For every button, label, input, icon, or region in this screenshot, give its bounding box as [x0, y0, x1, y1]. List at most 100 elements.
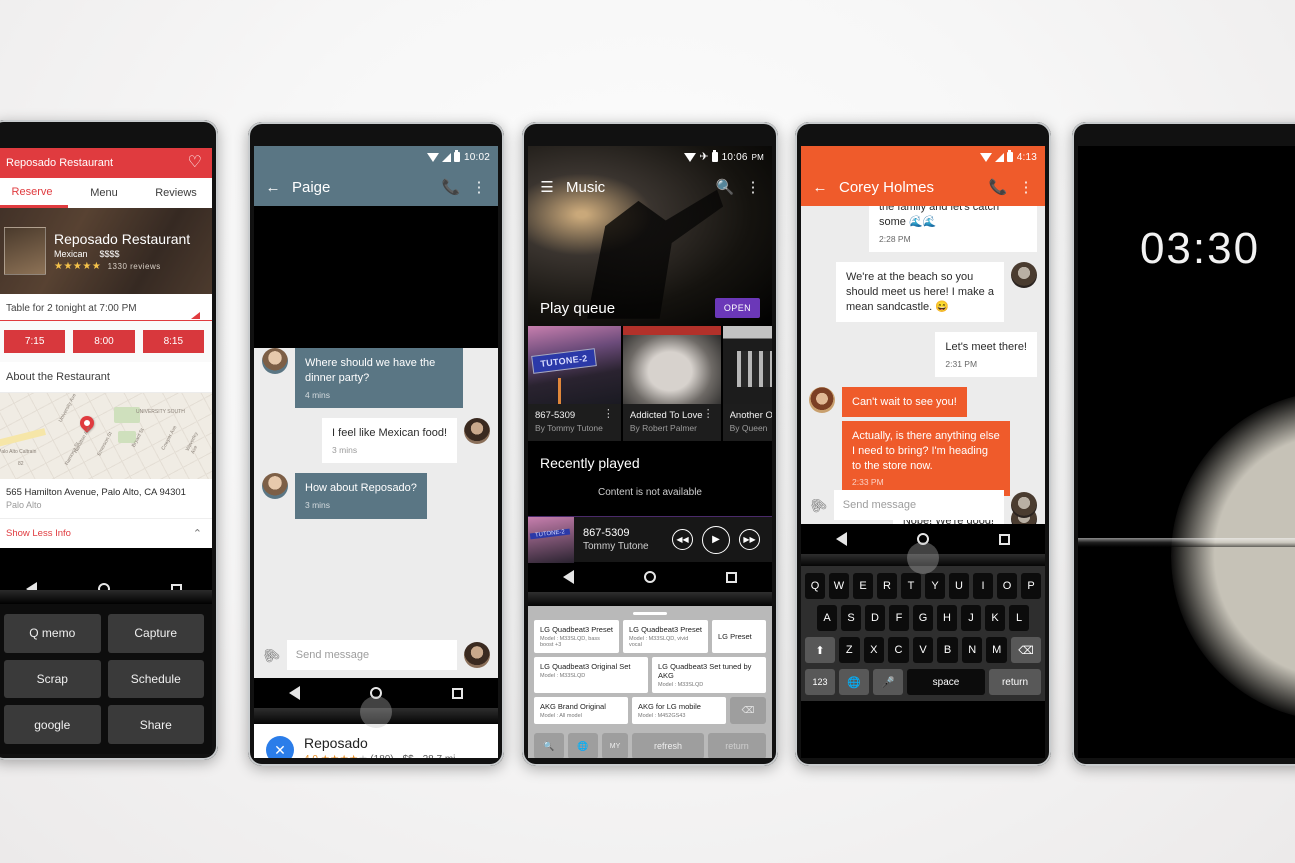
space-key[interactable]: space [907, 669, 985, 695]
preset-item[interactable]: AKG Brand Original Model : All model [534, 697, 628, 724]
key-p[interactable]: P [1021, 573, 1041, 599]
globe-icon[interactable]: 🌐 [839, 669, 869, 695]
more-vert-icon[interactable]: ⋮ [603, 409, 614, 420]
key-scrap[interactable]: Scrap [4, 659, 101, 699]
key-schedule[interactable]: Schedule [107, 659, 204, 699]
key-share[interactable]: Share [107, 705, 204, 744]
return-key[interactable]: return [989, 669, 1041, 695]
now-playing-bar[interactable]: 867-5309 Tommy Tutone ◀◀ ▶ ▶▶ [528, 516, 772, 563]
message-bubble[interactable]: How about Reposado? 3 mins [295, 473, 427, 519]
heart-icon[interactable]: ♡ [188, 155, 202, 171]
queue-card[interactable]: Another One Bites By Queen ⋮ [722, 326, 772, 441]
preset-item[interactable]: LG Quadbeat3 Preset Model : M33SLQD, bas… [534, 620, 619, 653]
phone-icon[interactable]: 📞 [989, 178, 1008, 196]
globe-icon[interactable]: 🌐 [568, 733, 598, 758]
key-capture[interactable]: Capture [107, 614, 204, 653]
preset-item[interactable]: LG Quadbeat3 Preset Model : M33SLQD, viv… [623, 620, 708, 653]
key-w[interactable]: W [829, 573, 849, 599]
play-icon[interactable]: ▶ [702, 525, 730, 554]
key-y[interactable]: Y [925, 573, 945, 599]
key-s[interactable]: S [841, 605, 861, 631]
message-bubble[interactable]: Actually, is there anything else I need … [842, 420, 1010, 496]
key-c[interactable]: C [888, 637, 909, 663]
preset-item[interactable]: LG Quadbeat3 Set tuned by AKG Model : M3… [652, 657, 766, 693]
time-slot[interactable]: 7:15 [4, 330, 66, 353]
nav-back-icon[interactable] [289, 686, 300, 700]
restaurant-map[interactable]: University Ave Hamilton Ave Emerson St B… [0, 393, 212, 479]
message-bubble[interactable]: Let's meet there! 2:31 PM [935, 331, 1037, 377]
message-bubble[interactable]: We're at the beach so you should meet us… [836, 262, 1004, 322]
key-v[interactable]: V [912, 637, 934, 663]
shift-icon[interactable]: ⬆ [804, 637, 835, 663]
send-message-input[interactable]: Send message [833, 490, 1004, 520]
key-f[interactable]: F [889, 605, 909, 631]
message-bubble[interactable]: Can't wait to see you! [842, 387, 967, 417]
numeric-key[interactable]: 123 [805, 669, 835, 695]
key-e[interactable]: E [853, 573, 873, 599]
message-bubble[interactable]: I feel like Mexican food! 3 mins [322, 418, 457, 464]
skip-previous-icon[interactable]: ◀◀ [672, 529, 693, 550]
availability-row[interactable]: Table for 2 tonight at 7:00 PM [0, 294, 212, 321]
preset-item[interactable]: LG Preset [712, 620, 766, 653]
key-o[interactable]: O [997, 573, 1017, 599]
key-j[interactable]: J [961, 605, 981, 631]
more-vert-icon[interactable]: ⋮ [1017, 178, 1035, 196]
nav-back-icon[interactable] [563, 570, 574, 584]
message-bubble[interactable]: Where should we have the dinner party? 4… [295, 348, 463, 409]
time-slot[interactable]: 8:15 [142, 330, 204, 353]
hamburger-icon[interactable]: ☰ [538, 178, 556, 196]
key-u[interactable]: U [949, 573, 969, 599]
search-icon[interactable]: 🔍 [534, 733, 564, 758]
nav-back-icon[interactable] [836, 532, 847, 546]
tab-menu[interactable]: Menu [68, 178, 140, 208]
phone-icon[interactable]: 📞 [442, 178, 461, 196]
key-z[interactable]: Z [838, 637, 860, 663]
nav-recents-icon[interactable] [726, 571, 737, 583]
more-vert-icon[interactable]: ⋮ [703, 409, 714, 420]
key-b[interactable]: B [937, 637, 958, 663]
message-bubble[interactable]: the family and let's catch some 🌊🌊 2:28 … [869, 206, 1037, 253]
key-a[interactable]: A [817, 605, 837, 631]
skip-next-icon[interactable]: ▶▶ [739, 529, 760, 550]
send-message-input[interactable]: Send message [286, 640, 457, 670]
my-key[interactable]: MY [602, 733, 628, 758]
key-q[interactable]: Q [805, 573, 825, 599]
key-d[interactable]: D [865, 605, 885, 631]
back-arrow-icon[interactable]: ← [811, 178, 829, 196]
mic-icon[interactable]: 🎤 [873, 669, 903, 695]
return-key[interactable]: return [708, 733, 766, 758]
reposado-card-header[interactable]: ✕ Reposado 4.0 ★★★★★ (180) · $$ · 28.7 m… [254, 724, 498, 758]
key-google[interactable]: google [4, 705, 101, 744]
nav-home-icon[interactable] [644, 571, 656, 583]
search-icon[interactable]: 🔍 [716, 178, 735, 196]
preset-item[interactable]: AKG for LG mobile Model : M452GS43 [632, 697, 726, 724]
paperclip-icon[interactable]: 🖇 [806, 493, 830, 517]
nav-recents-icon[interactable] [999, 533, 1010, 545]
show-less-info-row[interactable]: Show Less Info ⌃ [0, 518, 212, 548]
refresh-key[interactable]: refresh [632, 733, 704, 758]
key-qmemo[interactable]: Q memo [4, 614, 101, 653]
key-g[interactable]: G [913, 605, 933, 631]
key-h[interactable]: H [937, 605, 957, 631]
backspace-icon[interactable]: ⌫ [1011, 637, 1042, 663]
paperclip-icon[interactable]: 🖇 [259, 643, 283, 667]
tab-reserve[interactable]: Reserve [0, 178, 68, 208]
nav-recents-icon[interactable] [452, 687, 463, 699]
queue-card[interactable]: 867-5309 By Tommy Tutone ⋮ [528, 326, 621, 441]
key-l[interactable]: L [1009, 605, 1029, 631]
panel-grab-handle[interactable] [633, 612, 667, 615]
key-x[interactable]: X [863, 637, 885, 663]
time-slot[interactable]: 8:00 [73, 330, 135, 353]
key-n[interactable]: N [961, 637, 983, 663]
key-i[interactable]: I [973, 573, 993, 599]
key-k[interactable]: K [985, 605, 1005, 631]
back-arrow-icon[interactable]: ← [264, 178, 282, 196]
lockscreen-wallpaper[interactable]: 03:30 [1078, 146, 1295, 758]
preset-item[interactable]: LG Quadbeat3 Original Set Model : M33SLQ… [534, 657, 648, 693]
tab-reviews[interactable]: Reviews [140, 178, 212, 208]
more-vert-icon[interactable]: ⋮ [744, 178, 762, 196]
key-t[interactable]: T [901, 573, 921, 599]
open-button[interactable]: OPEN [714, 298, 760, 318]
key-r[interactable]: R [877, 573, 897, 599]
backspace-icon[interactable]: ⌫ [730, 697, 766, 724]
